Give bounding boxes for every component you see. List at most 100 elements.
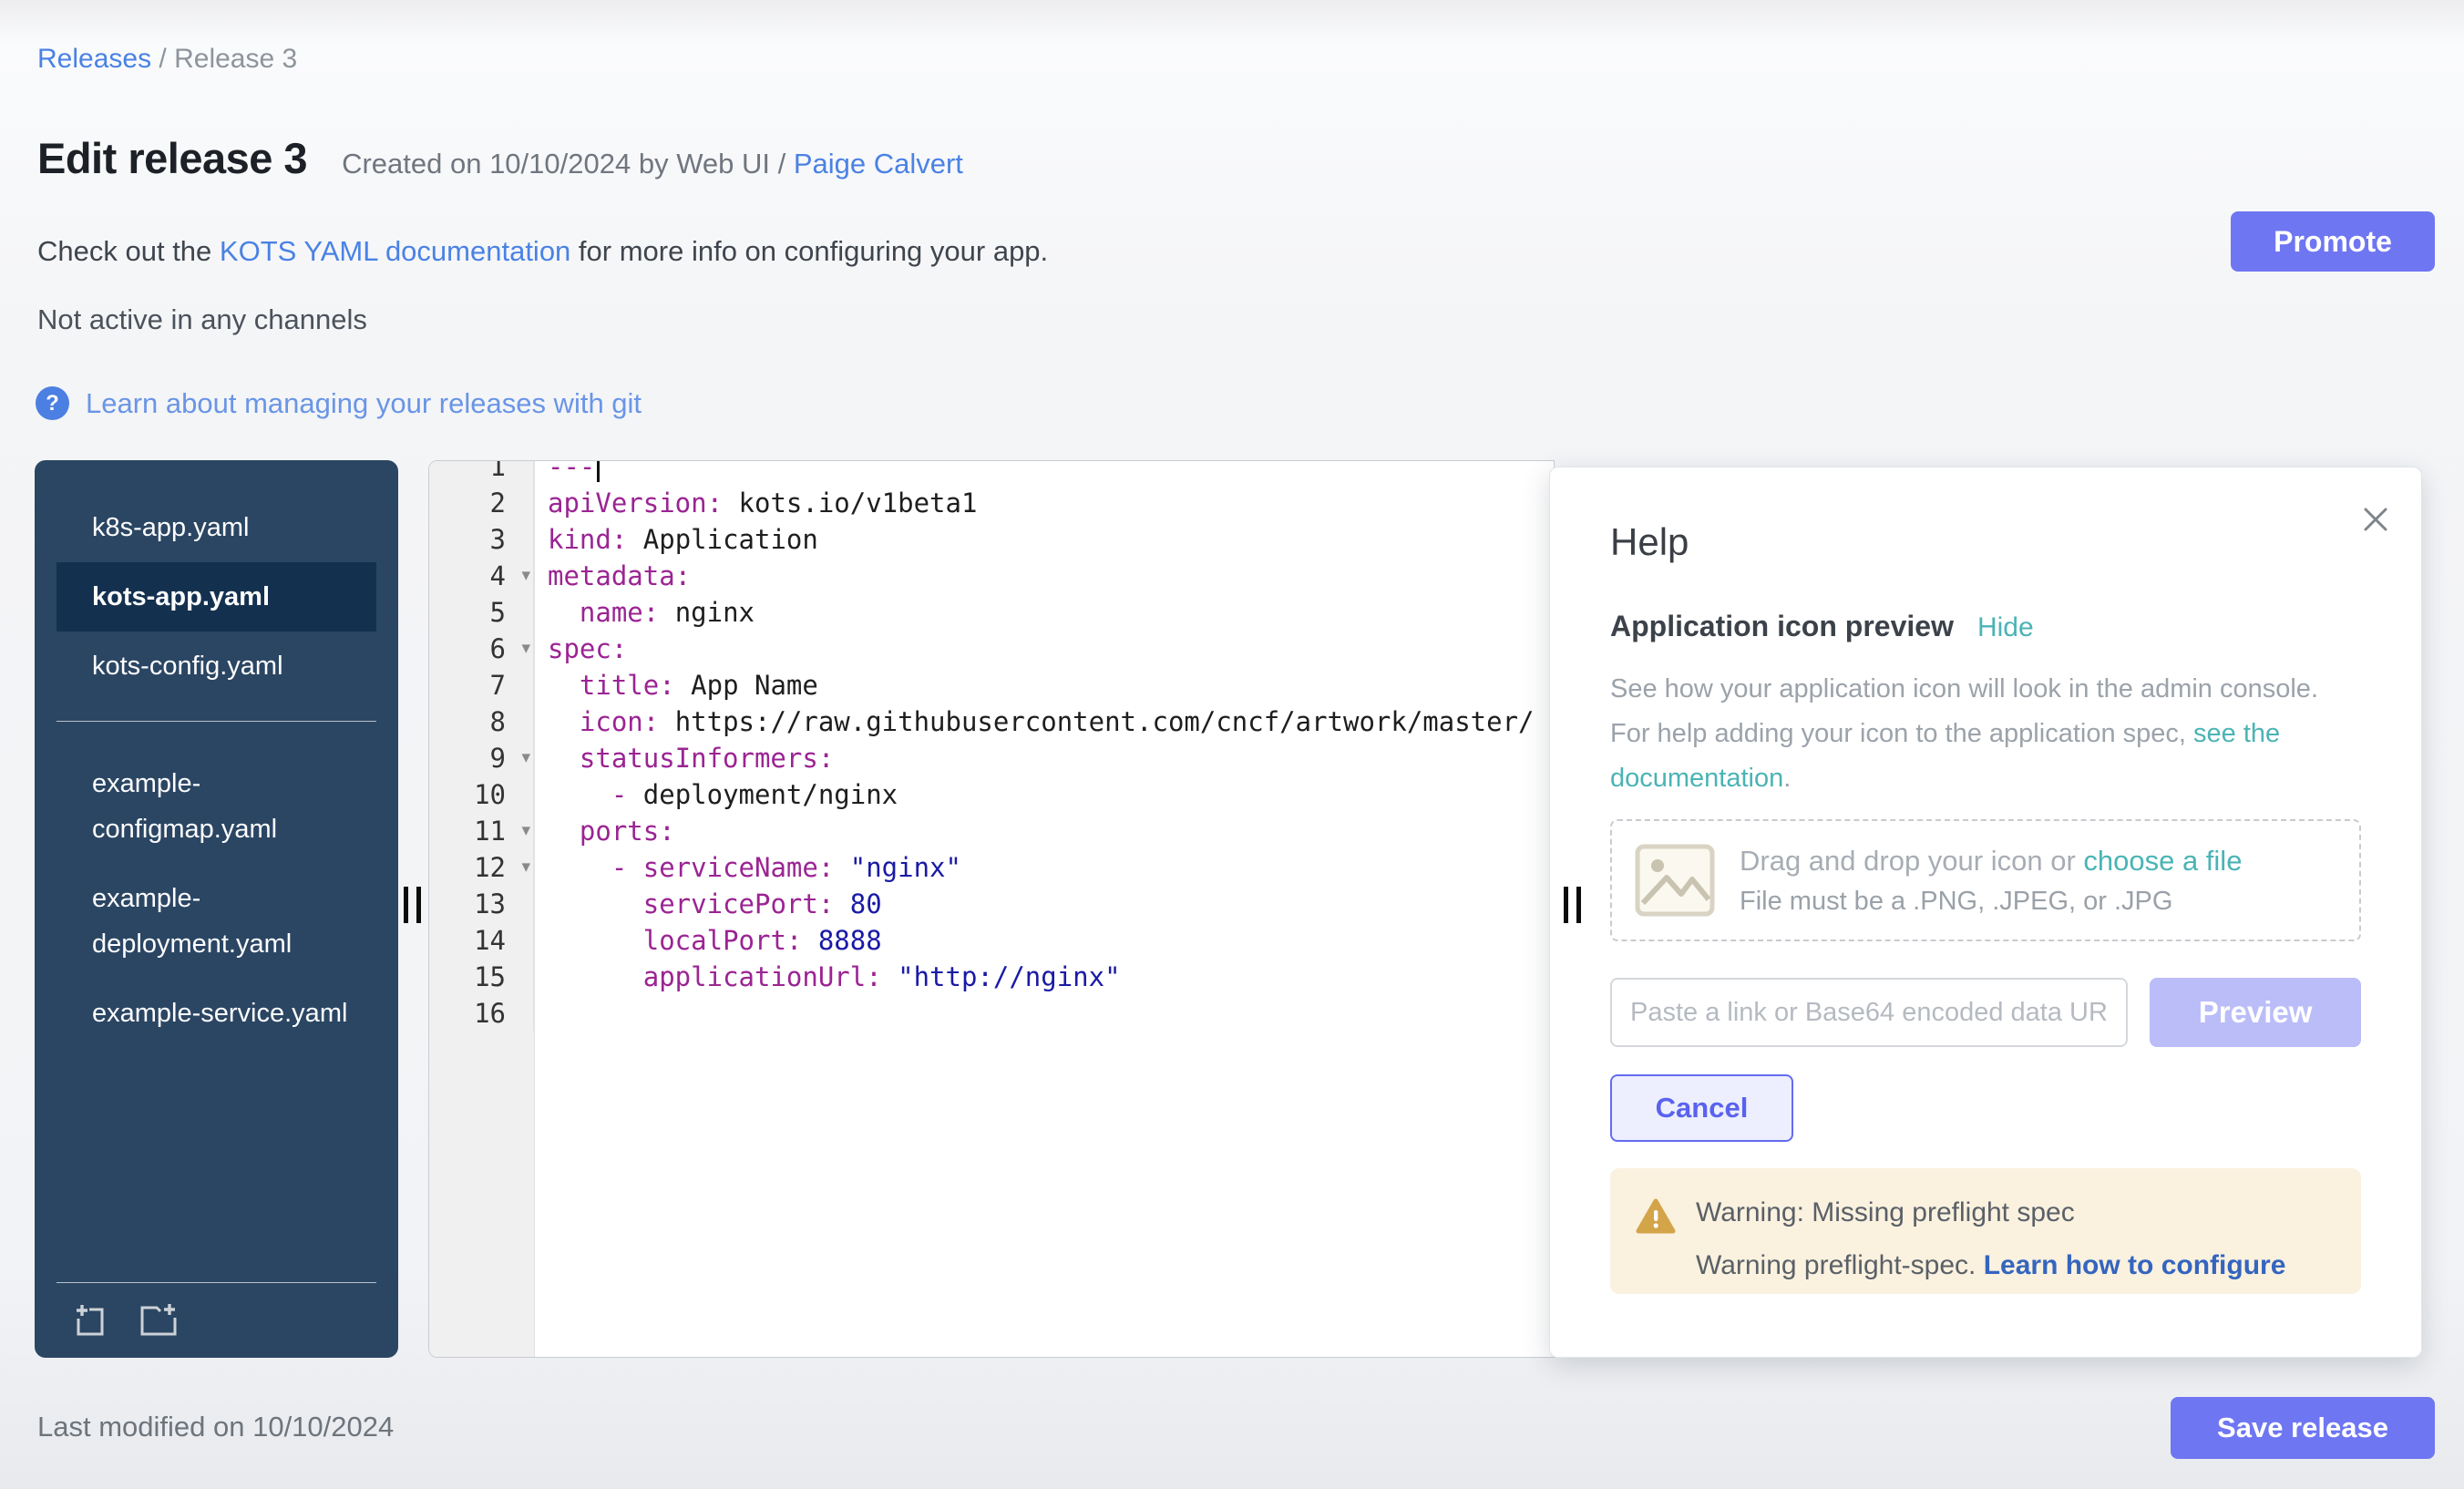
breadcrumb-current: Release 3	[174, 44, 297, 74]
code-line-5[interactable]: 5 name: nginx	[429, 594, 1554, 631]
line-number: 15	[429, 959, 534, 995]
icon-url-input[interactable]	[1610, 978, 2128, 1047]
add-file-icon[interactable]	[67, 1298, 109, 1340]
code-line-7[interactable]: 7 title: App Name	[429, 667, 1554, 703]
edit-release-page: Releases / Release 3 Edit release 3 Crea…	[0, 0, 2464, 1489]
help-title: Help	[1610, 520, 2361, 564]
code-text: metadata:	[534, 558, 691, 594]
warning-title: Warning: Missing preflight spec	[1696, 1197, 2285, 1228]
channel-status: Not active in any channels	[37, 303, 367, 336]
dropzone-hint: File must be a .PNG, .JPEG, or .JPG	[1740, 887, 2242, 917]
help-panel-resize-handle[interactable]	[1564, 887, 1581, 923]
icon-url-row: Preview	[1610, 978, 2361, 1047]
author-link[interactable]: Paige Calvert	[794, 148, 963, 180]
code-text: - serviceName: "nginx"	[534, 849, 961, 886]
code-line-1[interactable]: 1---	[429, 460, 1554, 485]
git-releases-link[interactable]: Learn about managing your releases with …	[86, 387, 642, 420]
last-modified-text: Last modified on 10/10/2024	[37, 1411, 394, 1443]
cancel-button[interactable]: Cancel	[1610, 1074, 1793, 1142]
docs-text-before: Check out the	[37, 235, 220, 267]
line-number: 2	[429, 485, 534, 521]
sidebar-item-example-configmap.yaml[interactable]: example-configmap.yaml	[56, 749, 376, 864]
dropzone-label: Drag and drop your icon or	[1740, 845, 2083, 877]
code-line-10[interactable]: 10 - deployment/nginx	[429, 776, 1554, 813]
code-line-11[interactable]: 11▾ ports:	[429, 813, 1554, 849]
learn-configure-link[interactable]: Learn how to configure	[1984, 1250, 2286, 1280]
code-text: localPort: 8888	[534, 922, 882, 959]
sidebar-actions	[56, 1298, 376, 1340]
file-sidebar: k8s-app.yamlkots-app.yamlkots-config.yam…	[35, 460, 398, 1358]
sidebar-item-example-service.yaml[interactable]: example-service.yaml	[56, 979, 376, 1048]
sidebar-resize-handle[interactable]	[404, 887, 421, 923]
sidebar-bottom-divider	[56, 1282, 376, 1283]
save-release-button[interactable]: Save release	[2171, 1397, 2435, 1459]
text-cursor	[597, 460, 600, 482]
code-line-2[interactable]: 2apiVersion: kots.io/v1beta1	[429, 485, 1554, 521]
code-text: icon: https://raw.githubusercontent.com/…	[534, 703, 1535, 740]
code-line-4[interactable]: 4▾metadata:	[429, 558, 1554, 594]
code-line-14[interactable]: 14 localPort: 8888	[429, 922, 1554, 959]
dropzone-text: Drag and drop your icon or choose a file…	[1740, 845, 2242, 917]
sidebar-item-example-deployment.yaml[interactable]: example-deployment.yaml	[56, 864, 376, 979]
promote-button[interactable]: Promote	[2231, 211, 2435, 272]
code-text: servicePort: 80	[534, 886, 882, 922]
git-help-row: ? Learn about managing your releases wit…	[36, 386, 642, 420]
title-row: Edit release 3 Created on 10/10/2024 by …	[37, 133, 963, 183]
warning-detail-text: Warning preflight-spec.	[1696, 1250, 1984, 1280]
warning-triangle-icon	[1636, 1197, 1676, 1236]
line-number: 5	[429, 594, 534, 631]
icon-dropzone[interactable]: Drag and drop your icon or choose a file…	[1610, 819, 2361, 941]
file-list-divider	[56, 721, 376, 722]
help-panel: Help Application icon preview Hide See h…	[1549, 467, 2422, 1358]
line-number: 4▾	[429, 558, 534, 594]
description-period: .	[1783, 764, 1791, 793]
sidebar-bottom	[56, 1282, 376, 1340]
choose-file-link[interactable]: choose a file	[2083, 845, 2242, 877]
code-line-16[interactable]: 16	[429, 995, 1554, 1032]
line-number: 1	[429, 460, 534, 485]
code-line-12[interactable]: 12▾ - serviceName: "nginx"	[429, 849, 1554, 886]
page-title: Edit release 3	[37, 133, 307, 183]
sidebar-item-kots-app.yaml[interactable]: kots-app.yaml	[56, 562, 376, 632]
fold-arrow-icon[interactable]: ▾	[521, 813, 530, 849]
line-number: 6▾	[429, 631, 534, 667]
line-number: 9▾	[429, 740, 534, 776]
kots-yaml-docs-link[interactable]: KOTS YAML documentation	[220, 235, 570, 267]
icon-preview-title: Application icon preview	[1610, 610, 1954, 643]
hide-link[interactable]: Hide	[1977, 612, 2034, 643]
breadcrumb-releases-link[interactable]: Releases	[37, 44, 151, 74]
warning-texts: Warning: Missing preflight spec Warning …	[1696, 1197, 2285, 1281]
fold-arrow-icon[interactable]: ▾	[521, 558, 530, 594]
line-number: 7	[429, 667, 534, 703]
line-number: 11▾	[429, 813, 534, 849]
line-number: 14	[429, 922, 534, 959]
add-folder-icon[interactable]	[135, 1298, 180, 1340]
breadcrumb: Releases / Release 3	[37, 44, 297, 75]
line-number: 10	[429, 776, 534, 813]
code-line-8[interactable]: 8 icon: https://raw.githubusercontent.co…	[429, 703, 1554, 740]
code-line-6[interactable]: 6▾spec:	[429, 631, 1554, 667]
sidebar-item-k8s-app.yaml[interactable]: k8s-app.yaml	[56, 493, 376, 562]
code-line-3[interactable]: 3kind: Application	[429, 521, 1554, 558]
code-text: title: App Name	[534, 667, 818, 703]
preview-button[interactable]: Preview	[2150, 978, 2361, 1047]
preflight-warning: Warning: Missing preflight spec Warning …	[1610, 1168, 2361, 1294]
yaml-editor[interactable]: 1---2apiVersion: kots.io/v1beta13kind: A…	[428, 460, 1555, 1358]
warning-detail: Warning preflight-spec. Learn how to con…	[1696, 1250, 2285, 1281]
sidebar-item-kots-config.yaml[interactable]: kots-config.yaml	[56, 632, 376, 701]
code-line-15[interactable]: 15 applicationUrl: "http://nginx"	[429, 959, 1554, 995]
close-icon[interactable]	[2356, 500, 2396, 540]
line-number: 13	[429, 886, 534, 922]
fold-arrow-icon[interactable]: ▾	[521, 740, 530, 776]
fold-arrow-icon[interactable]: ▾	[521, 631, 530, 667]
line-number: 8	[429, 703, 534, 740]
code-text	[534, 995, 548, 1032]
docs-text-after: for more info on configuring your app.	[570, 235, 1048, 267]
fold-arrow-icon[interactable]: ▾	[521, 849, 530, 886]
code-text: ports:	[534, 813, 675, 849]
code-text: - deployment/nginx	[534, 776, 898, 813]
docs-line: Check out the KOTS YAML documentation fo…	[37, 235, 1048, 268]
code-text: applicationUrl: "http://nginx"	[534, 959, 1121, 995]
code-line-13[interactable]: 13 servicePort: 80	[429, 886, 1554, 922]
code-line-9[interactable]: 9▾ statusInformers:	[429, 740, 1554, 776]
